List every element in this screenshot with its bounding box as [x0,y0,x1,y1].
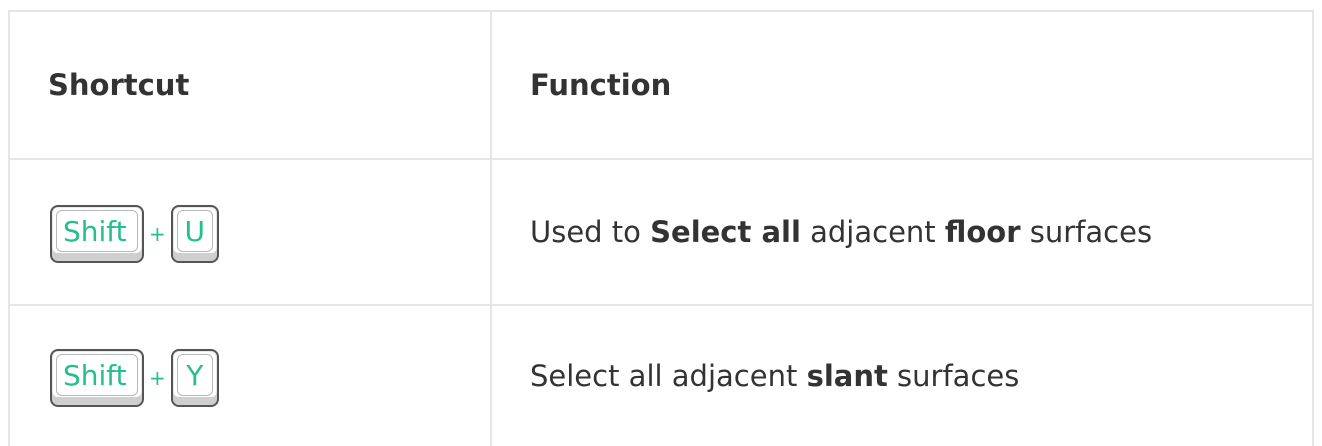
function-cell: Used to Select all adjacent floor surfac… [530,160,1292,304]
keycap-label: Shift [56,354,138,396]
function-cell: Select all adjacent slant surfaces [530,306,1292,446]
plus-sign: + [149,222,166,246]
table-header-row: Shortcut Function [10,12,1312,160]
shortcut-cell: Shift + Y [48,306,478,446]
header-function: Function [530,68,672,102]
key-combination: Shift + U [50,205,219,263]
keycap-u: U [170,205,219,263]
table-row: Shift + U Used to Select all adjacent fl… [10,160,1312,306]
header-shortcut: Shortcut [48,68,190,102]
description-text: Used to [530,215,651,249]
keycap-label: Shift [56,210,138,252]
header-cell-shortcut: Shortcut [48,12,478,158]
function-description: Used to Select all adjacent floor surfac… [530,215,1152,249]
keycap-shift: Shift [50,349,144,407]
keycap-y: Y [170,349,219,407]
shortcut-cell: Shift + U [48,160,478,304]
description-bold-text: floor [944,215,1021,249]
table-row: Shift + Y Select all adjacent slant surf… [10,306,1312,446]
function-description: Select all adjacent slant surfaces [530,359,1019,393]
description-bold-text: slant [806,359,888,393]
description-text: adjacent [800,215,945,249]
description-text: surfaces [887,359,1020,393]
keycap-label: Y [176,354,213,396]
key-combination: Shift + Y [50,349,219,407]
description-text: Select all adjacent [530,359,807,393]
description-text: surfaces [1020,215,1153,249]
description-bold-text: Select all [650,215,801,249]
plus-sign: + [149,366,166,390]
shortcut-table: Shortcut Function Shift + U Used to Sele… [8,10,1314,446]
header-cell-function: Function [530,12,1292,158]
keycap-shift: Shift [50,205,144,263]
keycap-label: U [176,210,213,252]
